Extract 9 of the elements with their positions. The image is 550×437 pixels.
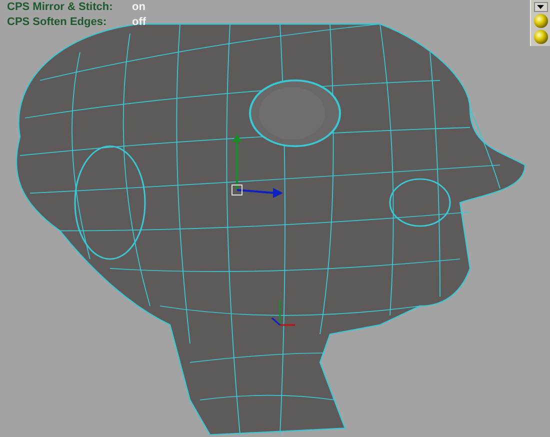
axis-gizmo-icon bbox=[272, 300, 295, 326]
hud-label: CPS Soften Edges: bbox=[7, 15, 108, 30]
sphere-icon[interactable] bbox=[534, 30, 548, 44]
sphere-icon[interactable] bbox=[534, 14, 548, 28]
move-manipulator-icon[interactable] bbox=[232, 134, 283, 198]
hud-value: on bbox=[132, 0, 146, 15]
caret-icon bbox=[537, 5, 544, 9]
hud-label: CPS Mirror & Stitch: bbox=[7, 0, 114, 15]
dropdown-button[interactable] bbox=[534, 2, 548, 12]
